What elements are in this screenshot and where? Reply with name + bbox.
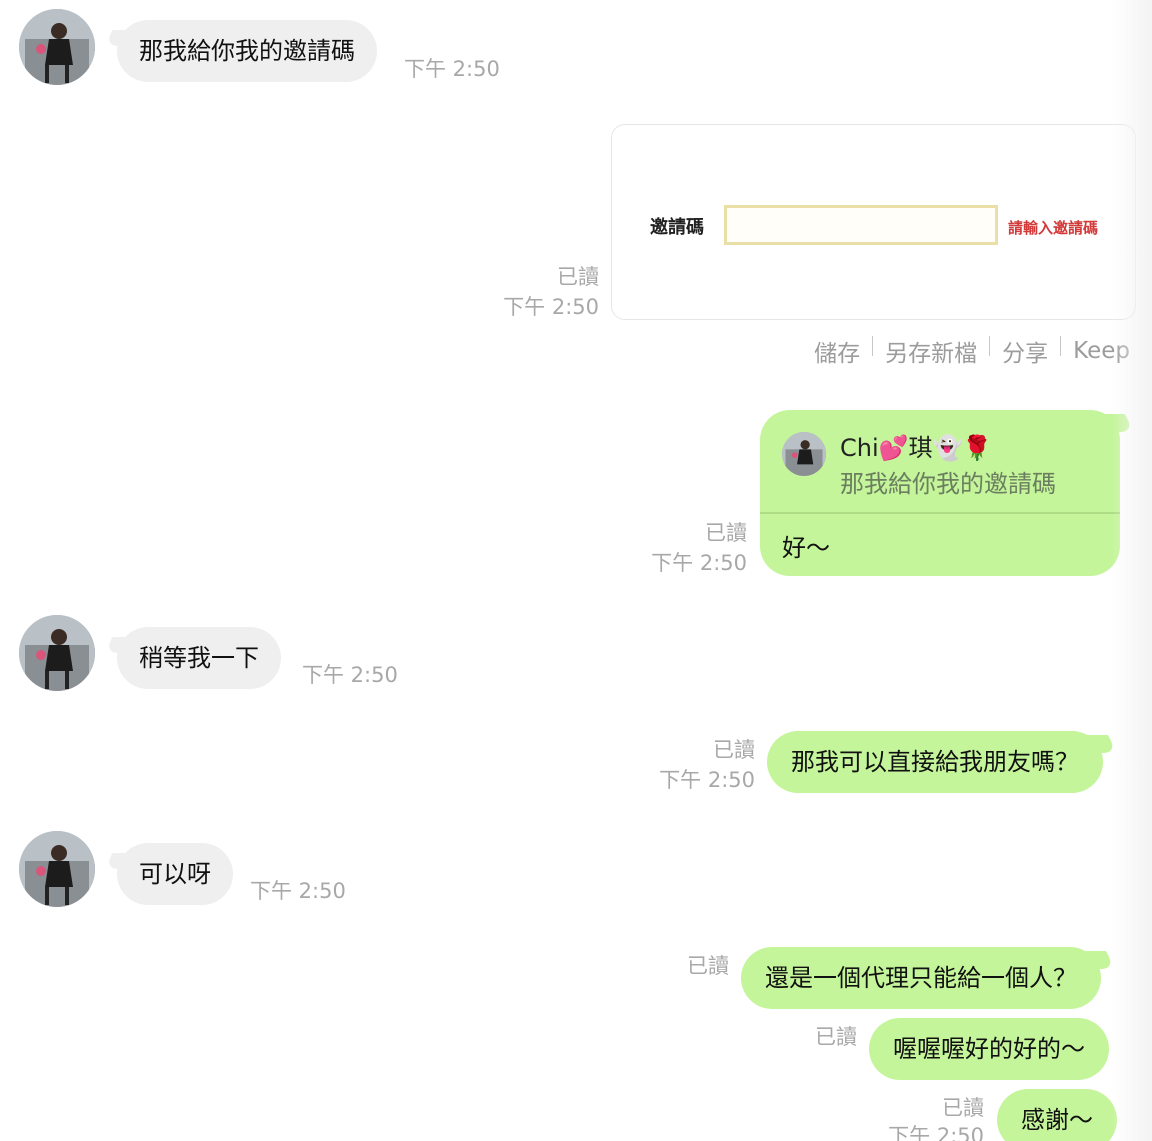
save-button[interactable]: 儲存	[814, 334, 860, 368]
outgoing-message-bubble[interactable]: 感謝～	[997, 1089, 1117, 1141]
save-as-button[interactable]: 另存新檔	[885, 334, 977, 368]
read-receipt: 已讀	[942, 1096, 984, 1120]
chat-view: 那我給你我的邀請碼 下午 2:50 已讀 下午 2:50 邀請碼 請輸入邀請碼 …	[0, 0, 1152, 1141]
message-text: 感謝～	[1021, 1106, 1093, 1134]
message-time: 下午 2:50	[404, 57, 500, 81]
message-text: 那我可以直接給我朋友嗎？	[791, 748, 1079, 776]
read-receipt: 已讀	[713, 738, 755, 762]
action-divider	[872, 336, 874, 356]
quoted-message-text: 那我給你我的邀請碼	[840, 470, 1056, 498]
message-text: 好～	[782, 534, 830, 562]
message-text: 稍等我一下	[139, 644, 259, 672]
image-invite-code-hint: 請輸入邀請碼	[1008, 219, 1099, 237]
message-time: 下午 2:50	[888, 1124, 984, 1141]
incoming-message-bubble[interactable]: 可以呀	[117, 843, 233, 905]
message-text: 還是一個代理只能給一個人？	[765, 964, 1077, 992]
outgoing-message-bubble[interactable]: 還是一個代理只能給一個人？	[741, 947, 1101, 1009]
message-time: 下午 2:50	[250, 879, 346, 903]
image-message[interactable]: 邀請碼 請輸入邀請碼	[611, 124, 1136, 320]
action-divider	[1060, 336, 1062, 356]
image-actions: 儲存 另存新檔 分享 Keep	[814, 334, 1130, 368]
message-time: 下午 2:50	[659, 768, 755, 792]
message-time: 下午 2:50	[302, 663, 398, 687]
contact-avatar[interactable]	[19, 9, 95, 85]
incoming-message-bubble[interactable]: 那我給你我的邀請碼	[117, 20, 377, 82]
read-receipt: 已讀	[815, 1025, 857, 1049]
message-time: 下午 2:50	[651, 551, 747, 575]
message-time: 下午 2:50	[503, 295, 599, 319]
reply-divider	[760, 512, 1120, 514]
read-receipt: 已讀	[687, 954, 729, 978]
incoming-message-bubble[interactable]: 稍等我一下	[117, 627, 281, 689]
image-invite-code-label: 邀請碼	[650, 217, 704, 238]
quoted-avatar	[782, 432, 826, 476]
outgoing-message-bubble[interactable]: 那我可以直接給我朋友嗎？	[767, 731, 1103, 793]
quoted-sender-name: Chi💕琪👻🌹	[840, 434, 993, 462]
read-receipt: 已讀	[705, 521, 747, 545]
edge-shadow	[1112, 0, 1152, 1141]
contact-avatar[interactable]	[19, 615, 95, 691]
contact-avatar[interactable]	[19, 831, 95, 907]
message-text: 喔喔喔好的好的～	[893, 1035, 1085, 1063]
image-invite-code-field	[724, 205, 998, 245]
share-button[interactable]: 分享	[1002, 334, 1048, 368]
outgoing-message-bubble[interactable]: 喔喔喔好的好的～	[869, 1018, 1109, 1080]
read-receipt: 已讀	[557, 265, 599, 289]
message-text: 可以呀	[139, 860, 211, 888]
action-divider	[989, 336, 991, 356]
message-text: 那我給你我的邀請碼	[139, 37, 355, 65]
reply-message-bubble[interactable]: Chi💕琪👻🌹 那我給你我的邀請碼 好～	[760, 410, 1120, 576]
